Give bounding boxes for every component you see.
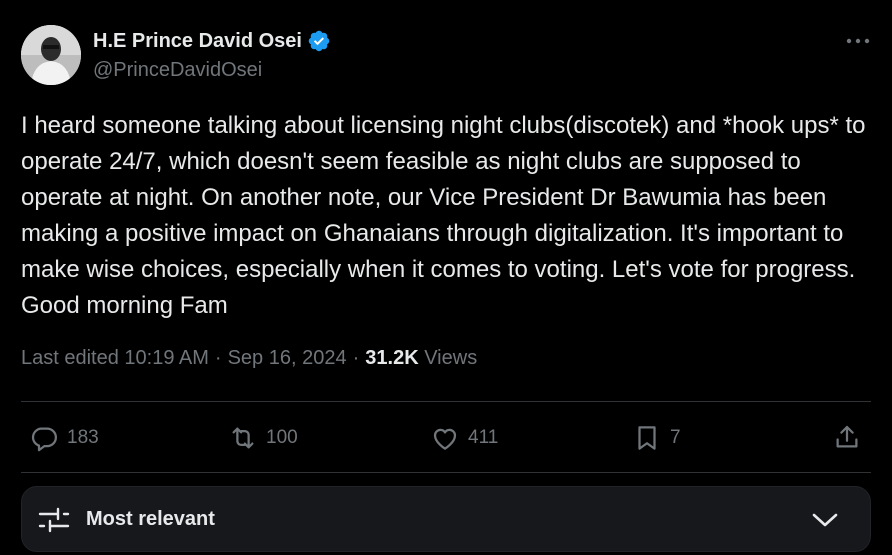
avatar[interactable] — [21, 25, 81, 85]
share-icon — [836, 425, 858, 448]
author-display-name[interactable]: H.E Prince David Osei — [93, 30, 302, 53]
author-name-row[interactable]: H.E Prince David Osei — [93, 29, 331, 53]
like-button[interactable]: 411 — [430, 420, 498, 456]
meta-separator: · — [214, 347, 222, 369]
heart-icon — [433, 428, 457, 450]
chevron-down-icon — [812, 513, 838, 527]
repost-count: 100 — [266, 427, 298, 448]
avatar-photo — [21, 25, 81, 85]
views-count: 31.2K — [365, 347, 419, 369]
post-detail: H.E Prince David Osei @PrinceDavidOsei I… — [0, 0, 892, 555]
post-text: I heard someone talking about licensing … — [21, 112, 866, 319]
views-label: Views — [424, 347, 478, 369]
edited-time-link[interactable]: Last edited 10:19 AM — [21, 347, 209, 369]
author-handle[interactable]: @PrinceDavidOsei — [93, 59, 262, 82]
bookmark-count: 7 — [670, 427, 681, 448]
reply-sort-dropdown[interactable]: Most relevant — [21, 486, 871, 552]
post-date[interactable]: Sep 16, 2024 — [228, 347, 347, 369]
reply-icon — [31, 427, 57, 452]
verified-badge-icon — [307, 29, 331, 53]
repost-icon — [232, 427, 254, 449]
more-options-button[interactable] — [838, 26, 878, 56]
repost-button[interactable]: 100 — [228, 420, 298, 456]
bookmark-button[interactable]: 7 — [632, 420, 681, 456]
sort-label: Most relevant — [86, 508, 215, 530]
divider — [21, 401, 871, 402]
bookmark-icon — [638, 426, 656, 450]
post-meta: Last edited 10:19 AM · Sep 16, 2024 · 31.2K … — [21, 347, 477, 370]
more-horizontal-icon — [846, 38, 870, 44]
reply-count: 183 — [67, 427, 99, 448]
sliders-icon — [38, 507, 70, 533]
meta-separator: · — [352, 347, 360, 369]
like-count: 411 — [468, 427, 499, 448]
reply-button[interactable]: 183 — [29, 420, 99, 456]
share-button[interactable] — [832, 422, 862, 457]
divider — [21, 472, 871, 473]
